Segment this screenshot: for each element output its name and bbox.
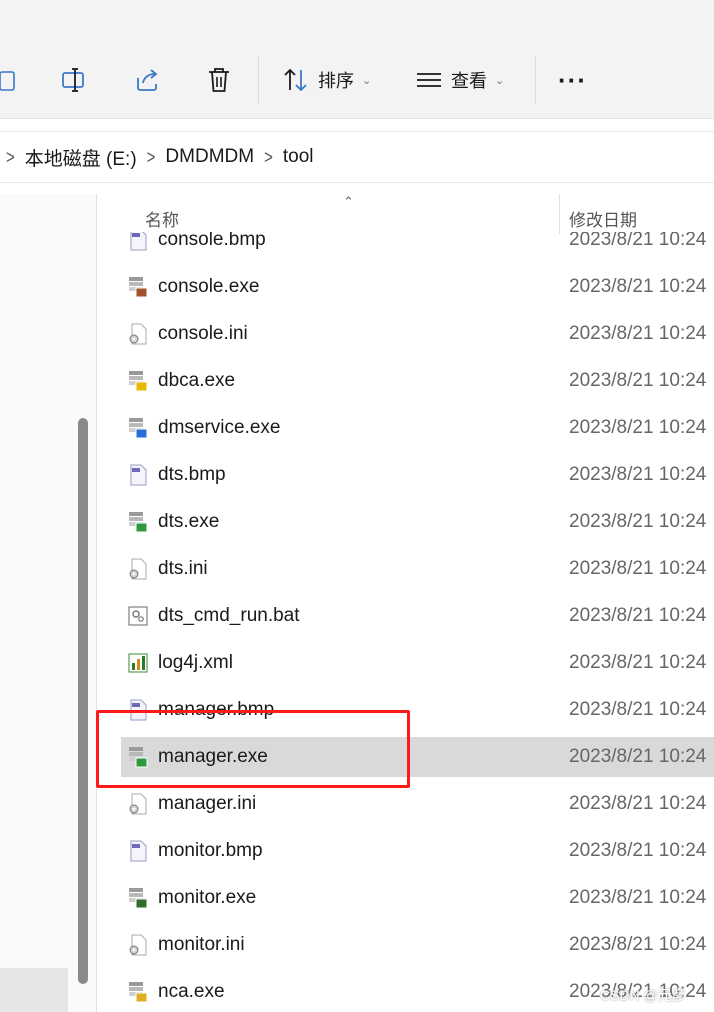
sort-label: 排序 bbox=[318, 71, 354, 91]
file-row[interactable]: dbca.exe 2023/8/21 10:24 bbox=[121, 361, 714, 401]
delete-button[interactable] bbox=[205, 62, 233, 98]
file-list: console.bmp 2023/8/21 10:24 console.exe 202… bbox=[97, 194, 714, 1012]
sort-button[interactable]: 排序 ⌄ bbox=[282, 62, 371, 98]
file-row[interactable]: dts.bmp 2023/8/21 10:24 bbox=[121, 455, 714, 495]
file-date-modified: 2023/8/21 10:24 bbox=[569, 840, 707, 861]
share-icon bbox=[133, 66, 161, 94]
file-date-modified: 2023/8/21 10:24 bbox=[569, 464, 707, 485]
file-date-modified: 2023/8/21 10:24 bbox=[569, 558, 707, 579]
view-button[interactable]: 查看 ⌄ bbox=[415, 62, 504, 98]
file-date-modified: 2023/8/21 10:24 bbox=[569, 934, 707, 955]
file-name: dbca.exe bbox=[158, 370, 236, 391]
file-row[interactable]: monitor.exe 2023/8/21 10:24 bbox=[121, 878, 714, 918]
sort-ascending-icon: ⌃ bbox=[343, 194, 354, 209]
file-date-modified: 2023/8/21 10:24 bbox=[569, 887, 707, 908]
application-icon bbox=[127, 370, 149, 392]
file-row[interactable]: log4j.xml 2023/8/21 10:24 bbox=[121, 643, 714, 683]
file-date-modified: 2023/8/21 10:24 bbox=[569, 746, 707, 767]
settings-file-icon bbox=[127, 934, 149, 956]
file-name: monitor.exe bbox=[158, 887, 257, 908]
settings-file-icon bbox=[127, 323, 149, 345]
copy-icon bbox=[0, 66, 22, 94]
watermark: CSDN @元彦 bbox=[600, 987, 686, 1003]
file-date-modified: 2023/8/21 10:24 bbox=[569, 417, 707, 438]
file-row[interactable]: dts.exe 2023/8/21 10:24 bbox=[121, 502, 714, 542]
file-row[interactable]: manager.ini 2023/8/21 10:24 bbox=[121, 784, 714, 824]
file-date-modified: 2023/8/21 10:24 bbox=[569, 323, 707, 344]
file-row[interactable]: dts.ini 2023/8/21 10:24 bbox=[121, 549, 714, 589]
chevron-right-icon: > bbox=[146, 145, 156, 169]
breadcrumb-folder[interactable]: DMDMDM bbox=[165, 146, 254, 168]
file-name: dts.bmp bbox=[158, 464, 226, 485]
view-label: 查看 bbox=[451, 71, 487, 91]
column-name[interactable]: 名称 bbox=[145, 206, 179, 231]
application-icon bbox=[127, 887, 149, 909]
file-date-modified: 2023/8/21 10:24 bbox=[569, 652, 707, 673]
view-list-icon bbox=[415, 66, 443, 94]
navigation-scrollbar[interactable] bbox=[78, 418, 88, 984]
settings-file-icon bbox=[127, 793, 149, 815]
file-name: dts.exe bbox=[158, 511, 220, 532]
file-date-modified: 2023/8/21 10:24 bbox=[569, 605, 707, 626]
toolbar-separator bbox=[258, 56, 259, 104]
file-row[interactable]: console.ini 2023/8/21 10:24 bbox=[121, 314, 714, 354]
column-divider[interactable] bbox=[559, 194, 560, 234]
file-name: log4j.xml bbox=[158, 652, 233, 673]
file-name: dts.ini bbox=[158, 558, 208, 579]
breadcrumb-current[interactable]: tool bbox=[283, 146, 314, 168]
file-row[interactable]: monitor.ini 2023/8/21 10:24 bbox=[121, 925, 714, 965]
batch-file-icon bbox=[127, 605, 149, 627]
file-name: monitor.bmp bbox=[158, 840, 263, 861]
rename-icon bbox=[60, 66, 88, 94]
highlight-annotation bbox=[96, 710, 410, 788]
file-row[interactable]: dmservice.exe 2023/8/21 10:24 bbox=[121, 408, 714, 448]
file-date-modified: 2023/8/21 10:24 bbox=[569, 793, 707, 814]
chevron-right-icon: > bbox=[264, 145, 273, 169]
chevron-down-icon: ⌄ bbox=[495, 74, 505, 87]
share-button[interactable] bbox=[133, 62, 161, 98]
sort-arrows-icon bbox=[282, 66, 310, 94]
file-name: dts_cmd_run.bat bbox=[158, 605, 300, 626]
bitmap-icon bbox=[127, 840, 149, 862]
more-icon: ··· bbox=[558, 64, 587, 95]
application-icon bbox=[127, 417, 149, 439]
file-name: nca.exe bbox=[158, 981, 225, 1002]
settings-file-icon bbox=[127, 558, 149, 580]
file-date-modified: 2023/8/21 10:24 bbox=[569, 699, 707, 720]
xml-file-icon bbox=[127, 652, 149, 674]
column-date-modified[interactable]: 修改日期 bbox=[569, 206, 637, 231]
file-name: console.exe bbox=[158, 276, 260, 297]
navigation-selected-item[interactable] bbox=[0, 968, 68, 1012]
file-date-modified: 2023/8/21 10:24 bbox=[569, 370, 707, 391]
chevron-right-icon: > bbox=[6, 145, 15, 169]
chevron-down-icon: ⌄ bbox=[362, 74, 372, 87]
bitmap-icon bbox=[127, 464, 149, 486]
toolbar-separator bbox=[535, 56, 536, 104]
trash-icon bbox=[205, 66, 233, 94]
rename-button[interactable] bbox=[60, 62, 88, 98]
file-row[interactable]: console.exe 2023/8/21 10:24 bbox=[121, 267, 714, 307]
application-icon bbox=[127, 276, 149, 298]
file-name: monitor.ini bbox=[158, 934, 245, 955]
file-date-modified: 2023/8/21 10:24 bbox=[569, 511, 707, 532]
file-name: console.ini bbox=[158, 323, 248, 344]
copy-button[interactable] bbox=[0, 62, 22, 98]
more-options-button[interactable]: ··· bbox=[558, 62, 587, 98]
application-icon bbox=[127, 981, 149, 1003]
column-header: ⌃ 名称 修改日期 bbox=[97, 194, 714, 234]
file-name: manager.ini bbox=[158, 793, 257, 814]
command-bar: 排序 ⌄ 查看 ⌄ ··· bbox=[0, 0, 714, 119]
application-icon bbox=[127, 511, 149, 533]
address-bar[interactable]: > 本地磁盘 (E:) > DMDMDM > tool bbox=[0, 131, 714, 183]
breadcrumb-drive[interactable]: 本地磁盘 (E:) bbox=[25, 144, 137, 171]
file-date-modified: 2023/8/21 10:24 bbox=[569, 276, 707, 297]
file-name: dmservice.exe bbox=[158, 417, 281, 438]
file-row[interactable]: dts_cmd_run.bat 2023/8/21 10:24 bbox=[121, 596, 714, 636]
file-row[interactable]: monitor.bmp 2023/8/21 10:24 bbox=[121, 831, 714, 871]
